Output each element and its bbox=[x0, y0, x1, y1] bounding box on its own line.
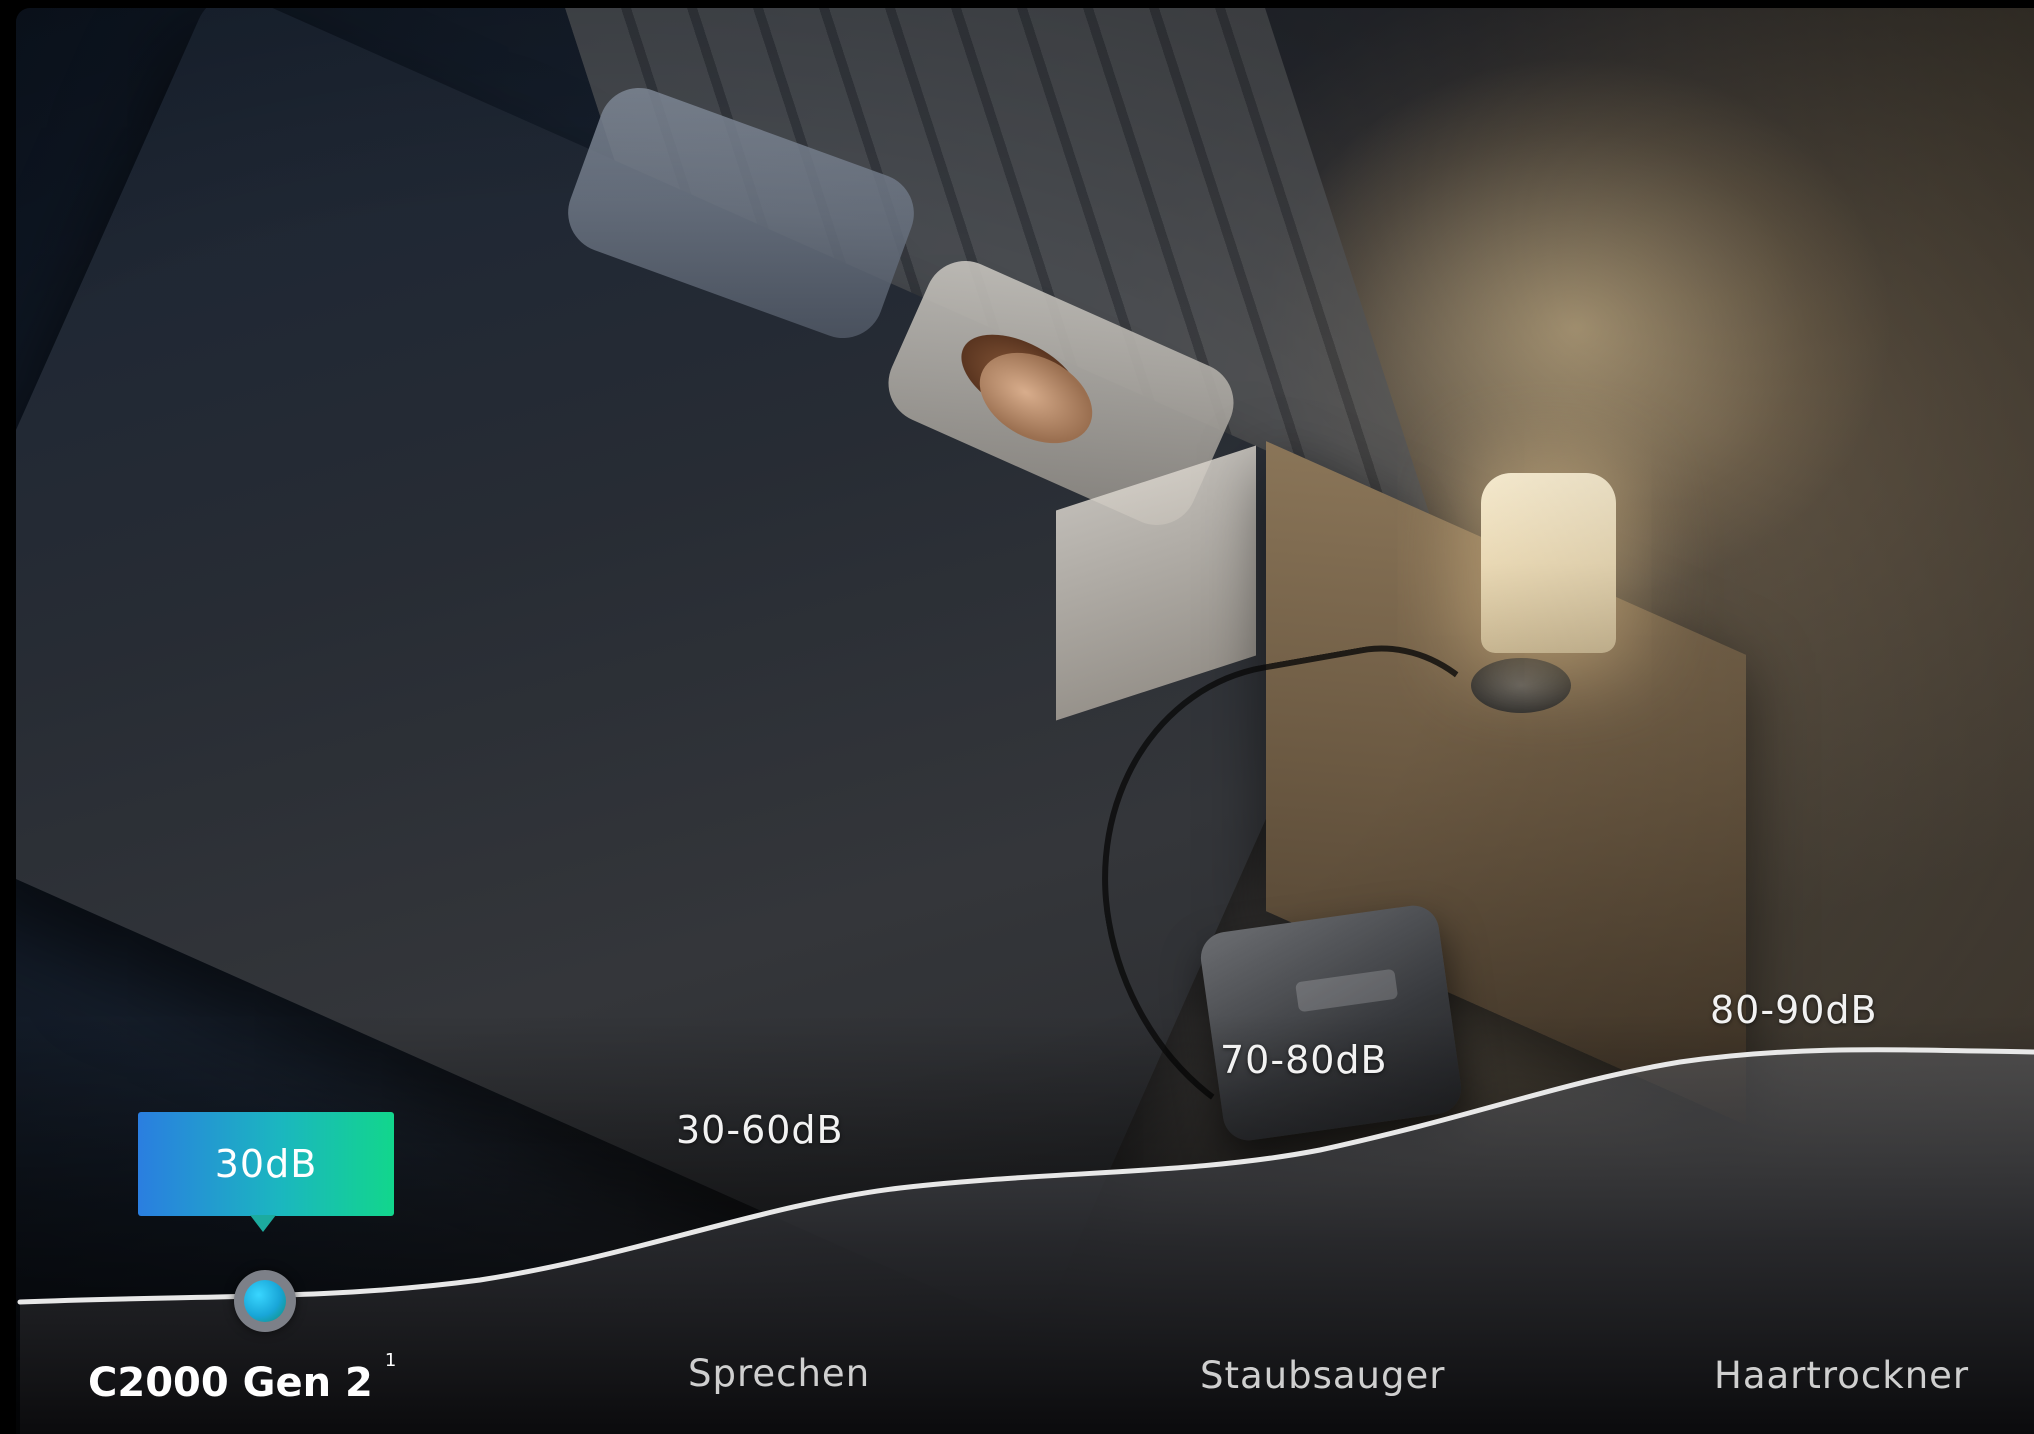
source-label-staubsauger: Staubsauger bbox=[1200, 1354, 1446, 1397]
product-name-text: C2000 Gen 2 bbox=[88, 1360, 373, 1406]
product-footnote: 1 bbox=[384, 1350, 397, 1371]
product-marker-dot bbox=[244, 1280, 286, 1322]
level-label-haartrockner: 80-90dB bbox=[1710, 988, 1878, 1032]
product-level-text: 30dB bbox=[214, 1142, 318, 1186]
product-marker bbox=[234, 1270, 296, 1332]
level-label-sprechen: 30-60dB bbox=[676, 1108, 844, 1152]
product-name: C2000 Gen 2 1 bbox=[88, 1350, 396, 1406]
product-level-badge: 30dB bbox=[138, 1112, 394, 1216]
badge-pointer bbox=[250, 1215, 276, 1232]
image-frame: 30-60dB 70-80dB 80-90dB 30dB C2000 Gen 2… bbox=[0, 0, 2034, 1434]
source-label-sprechen: Sprechen bbox=[688, 1352, 871, 1395]
level-label-staubsauger: 70-80dB bbox=[1220, 1038, 1388, 1082]
noise-curve bbox=[17, 1047, 2034, 1434]
source-label-haartrockner: Haartrockner bbox=[1714, 1354, 1970, 1397]
